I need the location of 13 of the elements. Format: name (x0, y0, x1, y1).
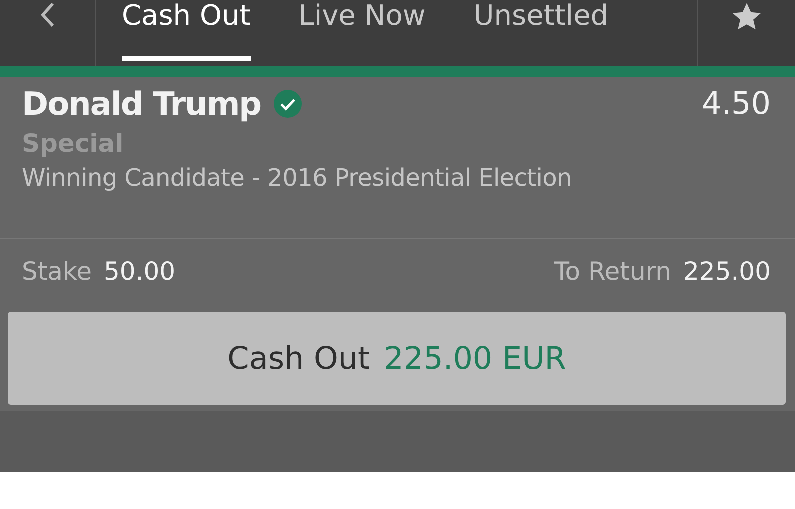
back-icon[interactable] (40, 2, 54, 28)
tab[interactable]: Unsettled (474, 0, 609, 66)
star-icon[interactable] (730, 2, 762, 32)
cash-out-button[interactable]: Cash Out 225.00 EUR (8, 312, 786, 405)
return-value: 225.00 (684, 257, 771, 286)
return-label: To Return (554, 257, 672, 286)
stake-label: Stake (22, 257, 92, 286)
odds: 4.50 (702, 86, 771, 122)
selection-name: Donald Trump (22, 85, 262, 123)
stake-value: 50.00 (104, 257, 176, 286)
tab[interactable]: Cash Out (122, 0, 251, 61)
market-name: Winning Candidate - 2016 Presidential Election (22, 164, 573, 192)
tab[interactable]: Live Now (298, 0, 426, 66)
